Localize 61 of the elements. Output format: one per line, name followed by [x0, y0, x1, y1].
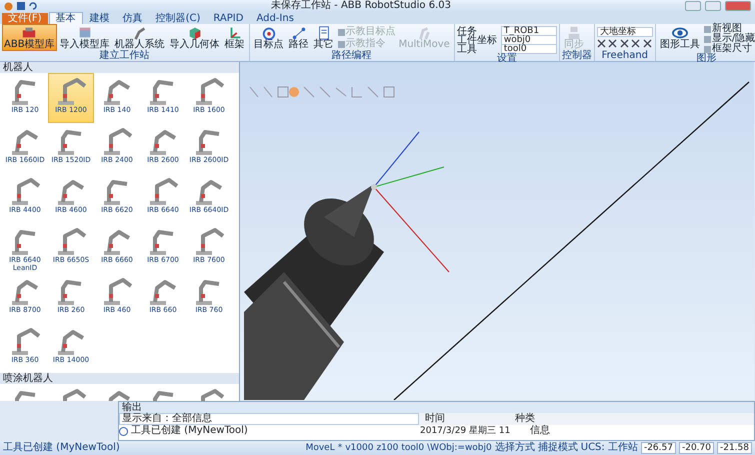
undo-icon[interactable]	[29, 2, 37, 10]
status-dropdown[interactable]: 选择方式	[494, 443, 535, 453]
ribbon-button[interactable]: 框架尺寸	[702, 44, 755, 54]
ribbon-button[interactable]: 导入几何体	[168, 24, 222, 51]
ribbon-tab[interactable]: Add-Ins	[250, 13, 300, 24]
message-text: 工具已创建 (MyNewTool)	[130, 425, 249, 437]
filter-dropdown[interactable]: 显示来自：全部信息	[119, 413, 419, 425]
field-label: 工具	[456, 44, 477, 54]
dropdown-field[interactable]: 大地坐标	[596, 26, 653, 36]
dropdown-field[interactable]: tool0	[500, 44, 557, 54]
section-header: 机器人	[0, 62, 239, 73]
group-label: 建立工作站	[98, 51, 150, 61]
ribbon-tab[interactable]: 控制器(C)	[150, 13, 206, 24]
coordinate-field: -26.57	[640, 442, 676, 454]
status-dropdown[interactable]: MoveL	[306, 443, 335, 453]
ribbon-tab[interactable]: 基本	[48, 12, 83, 24]
time-text: 2017/3/29 星期三 11	[420, 425, 512, 437]
ribbon-tab[interactable]: 建模	[84, 13, 116, 24]
group-label: Freehand	[600, 51, 650, 61]
ribbon-button[interactable]: 其它	[312, 24, 336, 51]
coordinate-field: -21.58	[716, 442, 752, 454]
coordinate-field: -20.70	[678, 442, 714, 454]
app-logo-icon	[4, 2, 13, 10]
status-dropdown[interactable]: tool0	[401, 443, 424, 453]
ribbon-button[interactable]: 导入模型库	[58, 24, 112, 51]
info-icon	[119, 426, 128, 436]
ribbon-button[interactable]: 目标点	[252, 24, 286, 51]
status-dropdown[interactable]: 捕捉模式	[538, 443, 578, 453]
status-dropdown[interactable]: \WObj:=wobj0	[427, 443, 492, 453]
ribbon-button[interactable]: 机器人系统	[112, 24, 167, 51]
ribbon-button[interactable]: 显示/隐藏	[702, 34, 755, 44]
maximize-button[interactable]	[705, 1, 721, 11]
section-header: 喷涂机器人	[0, 373, 239, 384]
ucs-label: UCS: 工作站	[580, 443, 638, 453]
ribbon-button[interactable]: ABB模型库	[2, 24, 57, 51]
ribbon-button[interactable]: 新视图	[702, 24, 755, 34]
field-label: 工件坐标	[456, 36, 498, 44]
dropdown-field[interactable]: T_ROB1	[500, 26, 557, 36]
column-header: 时间	[424, 413, 446, 425]
window-title: 未保存工作站 - ABB RobotStudio 6.03	[270, 0, 452, 12]
type-text: 信息	[530, 425, 550, 437]
ribbon-button[interactable]: 图形工具	[658, 24, 702, 51]
group-label: 设置	[496, 54, 518, 64]
status-dropdown[interactable]: v1000	[345, 443, 374, 453]
panel-tab[interactable]: 输出	[119, 402, 754, 413]
ribbon-tab[interactable]: 仿真	[116, 13, 149, 24]
eye-icon	[670, 25, 689, 40]
status-dropdown[interactable]: *	[338, 443, 342, 453]
field-label: 任务	[456, 26, 477, 36]
dropdown-field[interactable]: wobj0	[500, 35, 557, 45]
column-header: 种类	[514, 413, 536, 425]
ribbon-tab[interactable]: RAPID	[207, 13, 250, 24]
status-message: 工具已创建 (MyNewTool)	[3, 443, 121, 453]
ribbon-button[interactable]: 框架	[222, 24, 247, 51]
group-label: 图形	[696, 54, 718, 64]
minimize-button[interactable]	[685, 1, 701, 11]
ribbon-button[interactable]: 路径	[286, 24, 311, 51]
group-label: 控制器	[562, 51, 592, 61]
viewport-toolbar[interactable]	[250, 86, 394, 98]
status-dropdown[interactable]: z100	[376, 443, 398, 453]
group-label: 路径编程	[330, 51, 373, 61]
